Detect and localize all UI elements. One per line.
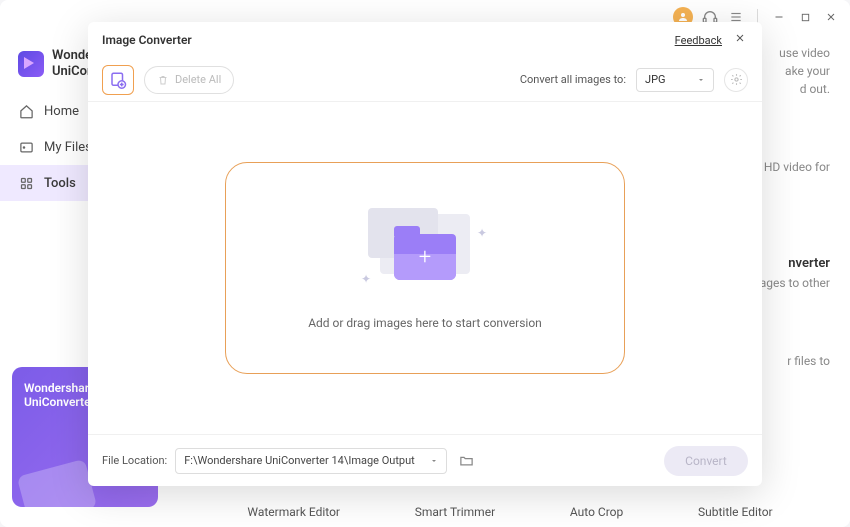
tool-label[interactable]: Subtitle Editor	[698, 505, 773, 519]
modal-header: Image Converter Feedback	[88, 22, 762, 58]
sidebar-item-label: Tools	[44, 176, 76, 191]
tools-icon	[18, 175, 34, 191]
minimize-button[interactable]	[770, 8, 788, 26]
app-logo-icon	[18, 51, 44, 77]
dropzone-text: Add or drag images here to start convers…	[308, 316, 542, 330]
folder-icon	[459, 453, 474, 468]
modal-footer: File Location: F:\Wondershare UniConvert…	[88, 434, 762, 486]
convert-button[interactable]: Convert	[664, 446, 748, 476]
feedback-link[interactable]: Feedback	[675, 34, 722, 47]
image-converter-modal: Image Converter Feedback Delete All Conv…	[88, 22, 762, 486]
add-images-button[interactable]	[102, 65, 134, 95]
modal-title: Image Converter	[102, 33, 192, 47]
files-icon	[18, 139, 34, 155]
format-value: JPG	[645, 73, 666, 86]
modal-toolbar: Delete All Convert all images to: JPG	[88, 58, 762, 102]
chevron-down-icon	[697, 76, 705, 84]
folder-illustration: + ✦ ✦	[365, 206, 485, 296]
open-folder-button[interactable]	[455, 450, 477, 472]
convert-to-label: Convert all images to:	[520, 73, 626, 86]
promo-decoration	[17, 459, 98, 507]
file-location-label: File Location:	[102, 454, 167, 467]
settings-button[interactable]	[724, 68, 748, 92]
sidebar-item-label: My Files	[44, 140, 92, 155]
trash-icon	[157, 74, 169, 86]
file-location-value: F:\Wondershare UniConverter 14\Image Out…	[184, 454, 415, 467]
format-select[interactable]: JPG	[636, 68, 714, 92]
footer-tool-labels: Watermark Editor Smart Trimmer Auto Crop…	[170, 505, 850, 519]
delete-all-button[interactable]: Delete All	[144, 66, 234, 94]
dropzone[interactable]: + ✦ ✦ Add or drag images here to start c…	[225, 162, 625, 374]
file-location-select[interactable]: F:\Wondershare UniConverter 14\Image Out…	[175, 448, 447, 474]
gear-icon	[730, 73, 743, 86]
chevron-down-icon	[430, 457, 438, 465]
tool-label[interactable]: Watermark Editor	[247, 505, 340, 519]
home-icon	[18, 103, 34, 119]
tool-label[interactable]: Auto Crop	[570, 505, 623, 519]
tool-label[interactable]: Smart Trimmer	[415, 505, 495, 519]
close-icon[interactable]	[732, 32, 748, 48]
delete-all-label: Delete All	[175, 73, 221, 86]
dropzone-container: + ✦ ✦ Add or drag images here to start c…	[88, 102, 762, 434]
sidebar-item-label: Home	[44, 104, 79, 119]
maximize-button[interactable]	[796, 8, 814, 26]
close-button[interactable]	[822, 8, 840, 26]
